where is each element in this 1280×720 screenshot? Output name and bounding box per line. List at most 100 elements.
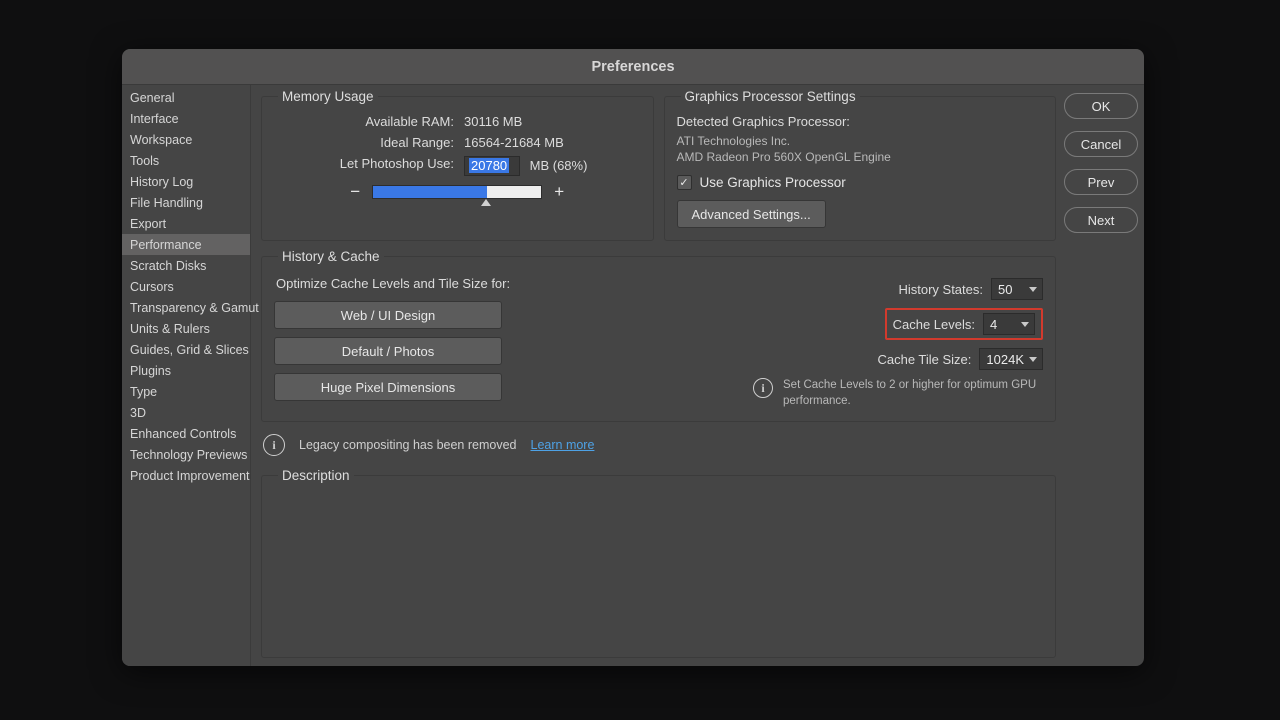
sidebar-item-file-handling[interactable]: File Handling xyxy=(122,192,250,213)
optimize-label: Optimize Cache Levels and Tile Size for: xyxy=(276,276,733,291)
preset-default-button[interactable]: Default / Photos xyxy=(274,337,502,365)
memory-slider-row: − + xyxy=(274,182,641,202)
history-states-value: 50 xyxy=(998,282,1012,297)
cache-tile-size-row: Cache Tile Size: 1024K xyxy=(753,348,1043,370)
description-legend: Description xyxy=(278,468,354,483)
ideal-range-label: Ideal Range: xyxy=(274,135,454,150)
gpu-settings-group: Graphics Processor Settings Detected Gra… xyxy=(664,89,1057,241)
main-area: Memory Usage Available RAM: 30116 MB Ide… xyxy=(251,85,1144,666)
sidebar-item-general[interactable]: General xyxy=(122,87,250,108)
available-ram-value: 30116 MB xyxy=(464,114,522,129)
sidebar-item-label: Guides, Grid & Slices xyxy=(130,343,249,357)
window-titlebar: Preferences xyxy=(122,49,1144,85)
sidebar-item-product-improvement[interactable]: Product Improvement xyxy=(122,465,250,486)
memory-use-suffix: MB (68%) xyxy=(530,158,588,173)
cache-tile-value: 1024K xyxy=(986,352,1024,367)
history-states-label: History States: xyxy=(898,282,983,297)
sidebar-item-performance[interactable]: Performance xyxy=(122,234,250,255)
memory-slider-fill xyxy=(373,186,487,198)
cache-levels-highlight: Cache Levels: 4 xyxy=(885,308,1043,340)
cache-levels-label: Cache Levels: xyxy=(893,317,975,332)
available-ram-row: Available RAM: 30116 MB xyxy=(274,114,641,129)
learn-more-link[interactable]: Learn more xyxy=(531,438,595,452)
detected-gpu-info: ATI Technologies Inc. AMD Radeon Pro 560… xyxy=(677,133,1044,165)
history-cache-group: History & Cache Optimize Cache Levels an… xyxy=(261,249,1056,422)
history-cache-body: Optimize Cache Levels and Tile Size for:… xyxy=(274,274,1043,409)
cache-levels-value: 4 xyxy=(990,317,997,332)
next-button[interactable]: Next xyxy=(1064,207,1138,233)
preset-huge-button[interactable]: Huge Pixel Dimensions xyxy=(274,373,502,401)
info-icon: i xyxy=(753,378,773,398)
use-gpu-label: Use Graphics Processor xyxy=(700,175,846,190)
legacy-message: Legacy compositing has been removed xyxy=(299,438,517,452)
description-wrap: Description xyxy=(261,468,1056,658)
sidebar-item-history-log[interactable]: History Log xyxy=(122,171,250,192)
gpu-legend: Graphics Processor Settings xyxy=(681,89,860,104)
ideal-range-row: Ideal Range: 16564-21684 MB xyxy=(274,135,641,150)
sidebar-item-tech-previews[interactable]: Technology Previews xyxy=(122,444,250,465)
memory-plus-button[interactable]: + xyxy=(552,182,566,202)
memory-minus-button[interactable]: − xyxy=(348,182,362,202)
sidebar-item-label: General xyxy=(130,91,174,105)
sidebar-item-label: Scratch Disks xyxy=(130,259,206,273)
gpu-model: AMD Radeon Pro 560X OpenGL Engine xyxy=(677,149,1044,165)
category-sidebar: General Interface Workspace Tools Histor… xyxy=(122,85,251,666)
sidebar-item-label: Transparency & Gamut xyxy=(130,301,259,315)
panels-column: Memory Usage Available RAM: 30116 MB Ide… xyxy=(261,89,1056,658)
history-states-dropdown[interactable]: 50 xyxy=(991,278,1043,300)
sidebar-item-plugins[interactable]: Plugins xyxy=(122,360,250,381)
memory-slider-thumb[interactable] xyxy=(481,199,491,206)
sidebar-item-scratch-disks[interactable]: Scratch Disks xyxy=(122,255,250,276)
sidebar-item-label: 3D xyxy=(130,406,146,420)
sidebar-item-label: Export xyxy=(130,217,166,231)
cancel-button[interactable]: Cancel xyxy=(1064,131,1138,157)
sidebar-item-label: Performance xyxy=(130,238,202,252)
sidebar-item-cursors[interactable]: Cursors xyxy=(122,276,250,297)
photoshop-use-value-wrap: 20780 MB (68%) xyxy=(464,156,587,176)
prev-button[interactable]: Prev xyxy=(1064,169,1138,195)
preferences-window: Preferences General Interface Workspace … xyxy=(122,49,1144,666)
sidebar-item-label: Enhanced Controls xyxy=(130,427,236,441)
preset-web-ui-button[interactable]: Web / UI Design xyxy=(274,301,502,329)
memory-use-input[interactable]: 20780 xyxy=(464,156,520,176)
cache-levels-row: Cache Levels: 4 xyxy=(753,308,1043,340)
sidebar-item-label: Tools xyxy=(130,154,159,168)
top-row: Memory Usage Available RAM: 30116 MB Ide… xyxy=(261,89,1056,241)
cache-fields-column: History States: 50 Cache Levels: 4 Cac xyxy=(753,274,1043,409)
ideal-range-value: 16564-21684 MB xyxy=(464,135,564,150)
cache-tile-label: Cache Tile Size: xyxy=(877,352,971,367)
sidebar-item-label: Type xyxy=(130,385,157,399)
memory-slider[interactable] xyxy=(372,185,542,199)
sidebar-item-3d[interactable]: 3D xyxy=(122,402,250,423)
memory-use-input-text: 20780 xyxy=(469,158,509,173)
sidebar-item-transparency[interactable]: Transparency & Gamut xyxy=(122,297,250,318)
ok-button[interactable]: OK xyxy=(1064,93,1138,119)
sidebar-item-workspace[interactable]: Workspace xyxy=(122,129,250,150)
gpu-vendor: ATI Technologies Inc. xyxy=(677,133,1044,149)
advanced-settings-button[interactable]: Advanced Settings... xyxy=(677,200,826,228)
history-cache-legend: History & Cache xyxy=(278,249,384,264)
sidebar-item-tools[interactable]: Tools xyxy=(122,150,250,171)
sidebar-item-enhanced[interactable]: Enhanced Controls xyxy=(122,423,250,444)
sidebar-item-type[interactable]: Type xyxy=(122,381,250,402)
available-ram-label: Available RAM: xyxy=(274,114,454,129)
window-title: Preferences xyxy=(591,59,674,75)
description-group: Description xyxy=(261,468,1056,658)
use-gpu-checkbox[interactable]: ✓ xyxy=(677,175,692,190)
optimize-column: Optimize Cache Levels and Tile Size for:… xyxy=(274,274,733,409)
sidebar-item-units-rulers[interactable]: Units & Rulers xyxy=(122,318,250,339)
sidebar-item-label: Technology Previews xyxy=(130,448,247,462)
cache-levels-dropdown[interactable]: 4 xyxy=(983,313,1035,335)
info-icon: i xyxy=(263,434,285,456)
cache-tile-dropdown[interactable]: 1024K xyxy=(979,348,1043,370)
sidebar-item-label: File Handling xyxy=(130,196,203,210)
sidebar-item-interface[interactable]: Interface xyxy=(122,108,250,129)
sidebar-item-label: Product Improvement xyxy=(130,469,250,483)
use-gpu-row: ✓ Use Graphics Processor xyxy=(677,175,1044,190)
sidebar-item-export[interactable]: Export xyxy=(122,213,250,234)
sidebar-item-label: Interface xyxy=(130,112,179,126)
sidebar-item-label: Workspace xyxy=(130,133,192,147)
history-states-row: History States: 50 xyxy=(753,278,1043,300)
cache-info-row: i Set Cache Levels to 2 or higher for op… xyxy=(753,378,1043,409)
sidebar-item-guides-grid[interactable]: Guides, Grid & Slices xyxy=(122,339,250,360)
